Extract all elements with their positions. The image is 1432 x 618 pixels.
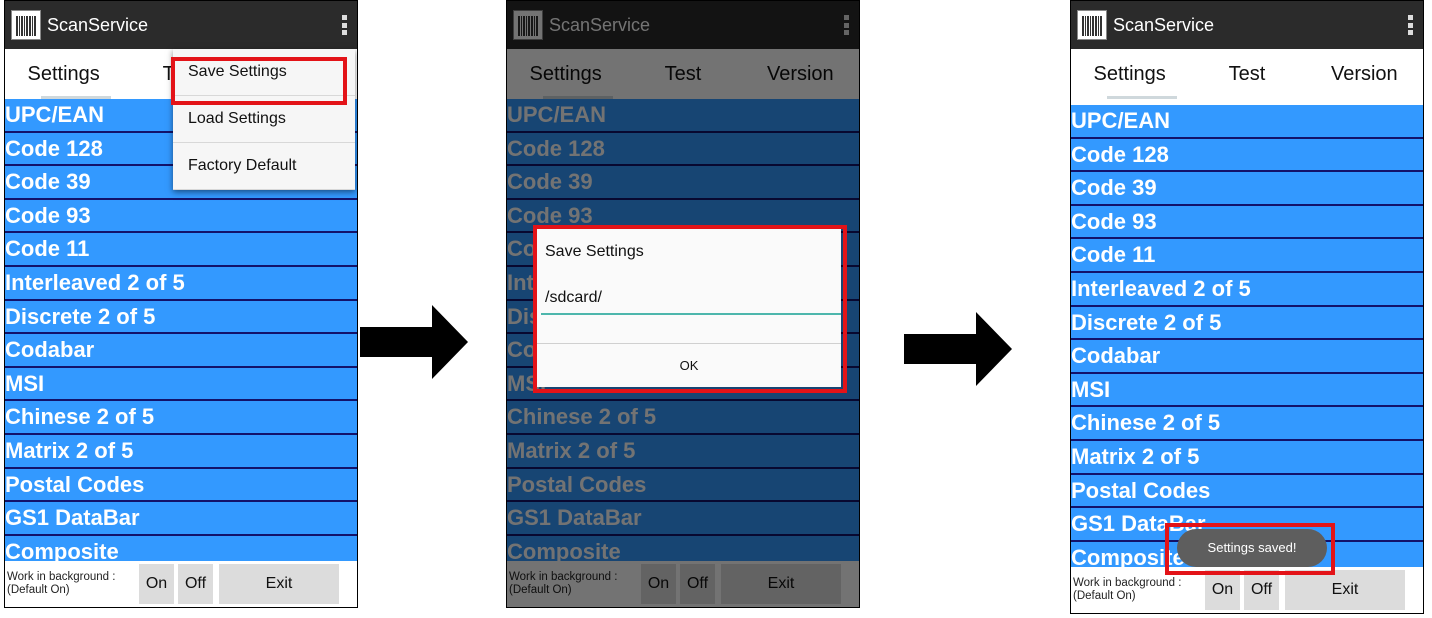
- exit-button[interactable]: Exit: [219, 564, 339, 604]
- list-item[interactable]: Code 93: [1071, 205, 1423, 240]
- list-item[interactable]: Code 128: [1071, 138, 1423, 173]
- list-item[interactable]: MSI: [1071, 373, 1423, 408]
- symbology-list: UPC/EAN Code 128 Code 39 Code 93 Code 11…: [1071, 105, 1423, 576]
- list-item[interactable]: Code 39: [1071, 172, 1423, 206]
- list-item[interactable]: Codabar: [1071, 340, 1423, 374]
- tab-indicator: [1107, 96, 1177, 99]
- work-in-background-label: Work in background :(Default On): [1073, 577, 1182, 602]
- highlight-box: [171, 57, 347, 105]
- highlight-box: [1165, 523, 1335, 575]
- highlight-box: [533, 225, 847, 393]
- tab-bar: Settings Test Version: [1071, 49, 1423, 99]
- screen-3-settings-saved: ScanService Settings Test Version UPC/EA…: [1070, 0, 1424, 614]
- screen-1-menu-open: ScanService Settings Test Version UPC/EA…: [4, 0, 358, 608]
- list-item[interactable]: Code 11: [5, 233, 357, 267]
- barcode-app-icon: [1077, 10, 1107, 40]
- app-bar: ScanService: [5, 1, 357, 49]
- list-item[interactable]: Discrete 2 of 5: [5, 300, 357, 335]
- list-item[interactable]: Code 11: [1071, 239, 1423, 273]
- tab-settings[interactable]: Settings: [5, 49, 122, 99]
- list-item[interactable]: Code 93: [5, 199, 357, 234]
- list-item[interactable]: Postal Codes: [1071, 474, 1423, 509]
- bottom-bar: Work in background :(Default On) On Off …: [5, 561, 357, 607]
- work-in-background-label: Work in background :(Default On): [7, 571, 116, 596]
- list-item[interactable]: UPC/EAN: [1071, 105, 1423, 139]
- screen-2-save-dialog: ScanService Settings Test Version UPC/EA…: [506, 0, 860, 608]
- off-button[interactable]: Off: [178, 564, 213, 604]
- list-item[interactable]: MSI: [5, 367, 357, 402]
- off-button[interactable]: Off: [1244, 570, 1279, 610]
- tab-test[interactable]: Test: [1188, 49, 1305, 99]
- list-item[interactable]: Postal Codes: [5, 468, 357, 503]
- list-item[interactable]: Chinese 2 of 5: [5, 401, 357, 435]
- arrow-right-icon: [904, 312, 1012, 386]
- list-item[interactable]: Codabar: [5, 334, 357, 368]
- tab-version[interactable]: Version: [1306, 49, 1423, 99]
- overflow-menu-icon[interactable]: [342, 15, 347, 35]
- menu-item-factory-default[interactable]: Factory Default: [173, 143, 355, 190]
- on-button[interactable]: On: [139, 564, 174, 604]
- list-item[interactable]: Matrix 2 of 5: [5, 434, 357, 469]
- list-item[interactable]: GS1 DataBar: [5, 502, 357, 536]
- list-item[interactable]: Matrix 2 of 5: [1071, 440, 1423, 475]
- list-item[interactable]: Chinese 2 of 5: [1071, 407, 1423, 441]
- exit-button[interactable]: Exit: [1285, 570, 1405, 610]
- app-title: ScanService: [1113, 14, 1215, 35]
- list-item[interactable]: Interleaved 2 of 5: [5, 266, 357, 301]
- app-title: ScanService: [47, 14, 149, 35]
- arrow-right-icon: [360, 305, 468, 379]
- barcode-app-icon: [11, 10, 41, 40]
- on-button[interactable]: On: [1205, 570, 1240, 610]
- list-item[interactable]: Discrete 2 of 5: [1071, 306, 1423, 341]
- tab-settings[interactable]: Settings: [1071, 49, 1188, 99]
- list-item[interactable]: Interleaved 2 of 5: [1071, 272, 1423, 307]
- app-bar: ScanService: [1071, 1, 1423, 49]
- overflow-menu-icon[interactable]: [1408, 15, 1413, 35]
